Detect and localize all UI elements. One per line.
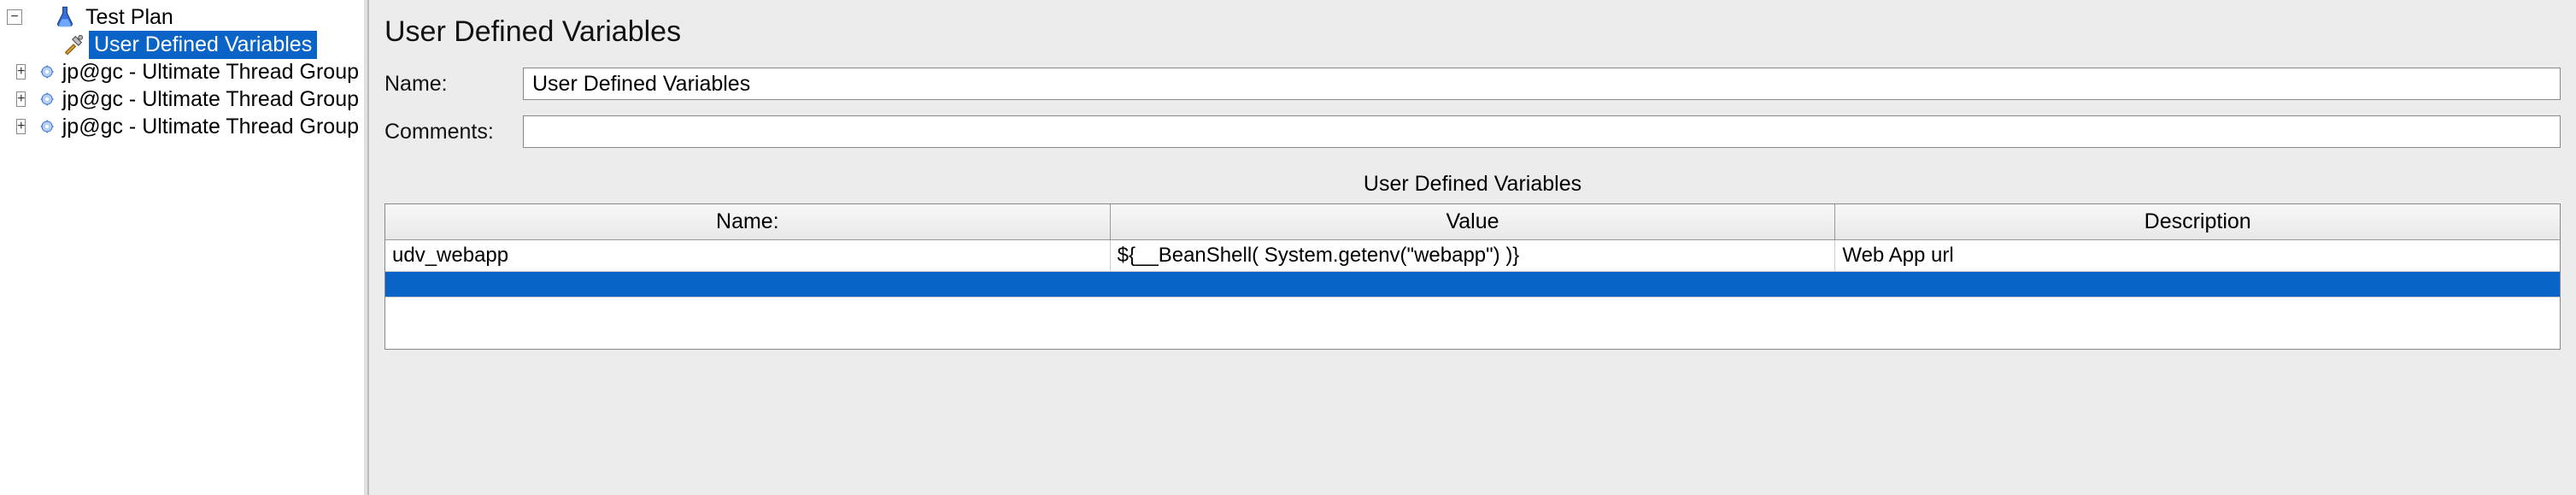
name-label: Name: (384, 72, 513, 97)
page-title: User Defined Variables (384, 15, 2561, 49)
tree-connector (26, 3, 50, 31)
comments-input[interactable] (523, 115, 2561, 148)
name-input[interactable] (523, 68, 2561, 100)
tree-item-udv[interactable]: User Defined Variables (0, 31, 364, 58)
cell-value[interactable]: ${__BeanShell( System.getenv("webapp") )… (1111, 240, 1836, 271)
tree-panel: − Test Plan User Defined Variables + jp@… (0, 0, 367, 495)
tree-item-thread-group-3[interactable]: + jp@gc - Ultimate Thread Group (0, 113, 364, 140)
tree-item-thread-group-1[interactable]: + jp@gc - Ultimate Thread Group (0, 58, 364, 85)
main-panel: User Defined Variables Name: Comments: U… (367, 0, 2576, 495)
gear-icon (40, 115, 54, 138)
tree-item-label[interactable]: jp@gc - Ultimate Thread Group (57, 58, 364, 86)
table-row-selected-empty[interactable] (385, 272, 2560, 298)
cell-description[interactable]: Web App url (1835, 240, 2560, 271)
col-header-name[interactable]: Name: (385, 204, 1111, 239)
comments-row: Comments: (384, 115, 2561, 148)
tree-root-label[interactable]: Test Plan (80, 3, 179, 32)
expand-icon[interactable]: + (16, 64, 26, 80)
name-row: Name: (384, 68, 2561, 100)
expand-icon[interactable]: + (16, 119, 26, 134)
col-header-value[interactable]: Value (1111, 204, 1836, 239)
comments-label: Comments: (384, 120, 513, 144)
tree-item-thread-group-2[interactable]: + jp@gc - Ultimate Thread Group (0, 85, 364, 113)
tree-root-row[interactable]: − Test Plan (0, 3, 364, 31)
collapse-icon[interactable]: − (7, 9, 22, 25)
flask-icon (53, 5, 77, 29)
table-header: Name: Value Description (385, 204, 2560, 240)
table-body-fill[interactable] (385, 298, 2560, 349)
tools-icon (62, 32, 85, 56)
gear-icon (40, 60, 54, 84)
variables-table: Name: Value Description udv_webapp ${__B… (384, 203, 2561, 350)
section-title: User Defined Variables (384, 172, 2561, 197)
gear-icon (40, 87, 54, 111)
col-header-description[interactable]: Description (1835, 204, 2560, 239)
table-row[interactable]: udv_webapp ${__BeanShell( System.getenv(… (385, 240, 2560, 272)
expand-icon[interactable]: + (16, 91, 26, 107)
tree-item-label[interactable]: jp@gc - Ultimate Thread Group (57, 113, 364, 141)
tree-item-label[interactable]: jp@gc - Ultimate Thread Group (57, 85, 364, 114)
cell-name[interactable]: udv_webapp (385, 240, 1111, 271)
tree-item-label[interactable]: User Defined Variables (89, 31, 317, 59)
